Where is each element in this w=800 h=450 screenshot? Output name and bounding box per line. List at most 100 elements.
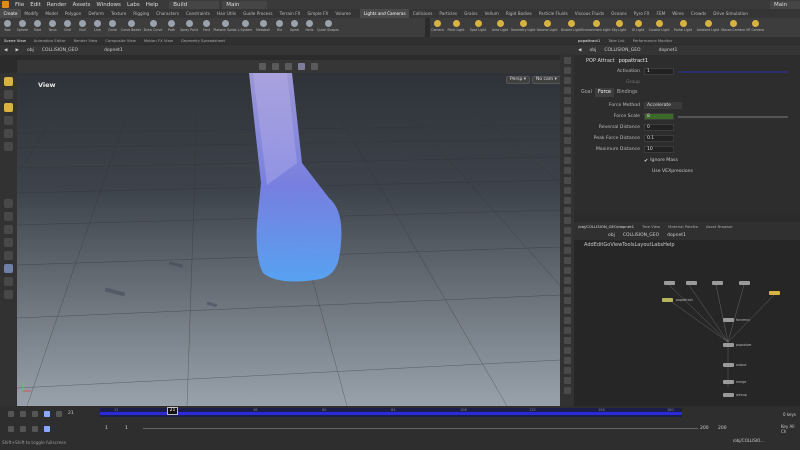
shelf-tab[interactable]: Rigid Bodies (502, 9, 535, 18)
stop-button[interactable] (32, 411, 38, 417)
tool-gi-light[interactable]: GI Light (629, 18, 647, 37)
camera-dropdown[interactable]: No cam ▾ (532, 76, 561, 84)
shelf-tab[interactable]: Texture (107, 9, 129, 18)
rotate-tool-icon[interactable] (4, 103, 13, 112)
nav-back-icon[interactable]: ◀ (574, 48, 585, 53)
display-icon[interactable] (298, 63, 305, 70)
display-opt-icon[interactable] (563, 207, 571, 214)
menu-edit[interactable]: Edit (27, 2, 44, 8)
max-field[interactable]: 10 (644, 146, 674, 153)
tool-null[interactable]: Null (75, 18, 90, 37)
tab-motion-fx-view[interactable]: Motion FX View (140, 38, 177, 43)
path-node-dopnet[interactable]: dopnet1 (655, 48, 682, 53)
tool-box[interactable]: Box (0, 18, 15, 37)
net-menu-layout[interactable]: Layout (635, 242, 652, 248)
nav-back-icon[interactable]: ◀ (0, 48, 11, 53)
step-back-button[interactable] (20, 411, 26, 417)
light-tool-icon[interactable] (4, 277, 13, 286)
display-opt-icon[interactable] (563, 147, 571, 154)
move-tool-icon[interactable] (4, 90, 13, 99)
network-pane[interactable]: obj COLLISION_GEO dopnet1 Add Edit Go Vi… (574, 230, 800, 406)
tool-font[interactable]: Font (199, 18, 214, 37)
peak-field[interactable]: 0.1 (644, 135, 674, 142)
display-opt-icon[interactable] (563, 357, 571, 364)
display-opt-icon[interactable] (563, 327, 571, 334)
desktop-main-tab[interactable]: Main (222, 0, 268, 9)
display-opt-icon[interactable] (563, 377, 571, 384)
reversal-field[interactable]: 0 (644, 124, 674, 131)
tool-spray-paint[interactable]: Spray Paint (179, 18, 199, 37)
tool-quick-shapes[interactable]: Quick Shapes (317, 18, 339, 37)
path-obj[interactable]: obj (604, 233, 619, 238)
display-opt-icon[interactable] (563, 87, 571, 94)
force-scale-slider[interactable] (678, 115, 788, 118)
shading-icon[interactable] (311, 63, 318, 70)
shelf-tab[interactable]: Vellum (481, 9, 502, 18)
tool-metaball[interactable]: Metaball (254, 18, 272, 37)
display-opt-icon[interactable] (563, 217, 571, 224)
shelf-tab[interactable]: Crowds (687, 9, 709, 18)
range-slider[interactable] (143, 428, 698, 429)
tool-camera[interactable]: Camera (430, 18, 445, 37)
tab-network-path[interactable]: /obj/COLLISION_GEO/dopnet1 (574, 224, 638, 229)
audio-icon[interactable] (4, 251, 13, 260)
shelf-tab[interactable]: Constraints (183, 9, 214, 18)
shelf-tab[interactable]: Modify (21, 9, 42, 18)
node-forcemix[interactable] (723, 318, 734, 322)
display-opt-icon[interactable] (563, 117, 571, 124)
tool-grid[interactable]: Grid (60, 18, 75, 37)
range-end[interactable]: 200 (718, 426, 727, 431)
jump-start-button[interactable] (8, 411, 14, 417)
menu-file[interactable]: File (12, 2, 27, 8)
menu-render[interactable]: Render (44, 2, 70, 8)
display-opt-icon[interactable] (563, 387, 571, 394)
tool-spiral[interactable]: Spiral (287, 18, 302, 37)
activation-slider[interactable] (678, 70, 788, 73)
desktop-build-tab[interactable]: Build (169, 0, 220, 9)
tool-portal-light[interactable]: Portal Light (671, 18, 695, 37)
tool-spot-light[interactable]: Spot Light (467, 18, 489, 37)
tool-stereo-camera[interactable]: Stereo Camera (721, 18, 745, 37)
display-opt-icon[interactable] (563, 367, 571, 374)
force-method-dropdown[interactable]: Accelerate (644, 102, 682, 109)
path-collision-geo[interactable]: COLLISION_GEO (38, 48, 82, 53)
shelf-tab[interactable]: FEM (653, 9, 669, 18)
shelf-tab[interactable]: Grains (461, 9, 482, 18)
display-opt-icon[interactable] (563, 57, 571, 64)
node-output[interactable] (723, 363, 734, 367)
display-opt-icon[interactable] (563, 297, 571, 304)
tab-popattract[interactable]: popattract1 (574, 38, 604, 43)
view-tool-icon[interactable] (4, 199, 13, 208)
tool-caustic-light[interactable]: Caustic Light (647, 18, 671, 37)
tool-lsystem[interactable]: L-System (236, 18, 254, 37)
tool-sphere[interactable]: Sphere (15, 18, 30, 37)
shelf-tab[interactable]: Viscous Fluids (571, 9, 607, 18)
tool-ambient-light[interactable]: Ambient Light (695, 18, 721, 37)
tab-tree-view[interactable]: Tree View (638, 224, 664, 229)
tool-distant-light[interactable]: Distant Light (559, 18, 583, 37)
tool-draw-curve[interactable]: Draw Curve (142, 18, 164, 37)
shelf-tab[interactable]: Drive Simulation (710, 9, 752, 18)
display-opt-icon[interactable] (563, 177, 571, 184)
tab-goal[interactable]: Goal (578, 88, 595, 97)
node-input[interactable] (739, 281, 750, 285)
display-opt-icon[interactable] (563, 107, 571, 114)
display-opt-icon[interactable] (563, 237, 571, 244)
nav-forward-icon[interactable]: ▶ (11, 48, 22, 53)
snap-icon[interactable] (272, 63, 279, 70)
select-tool-icon[interactable] (4, 77, 13, 86)
tool-line[interactable]: Line (90, 18, 105, 37)
path-obj[interactable]: obj (23, 48, 38, 53)
net-menu-add[interactable]: Add (584, 242, 594, 248)
display-opt-icon[interactable] (563, 197, 571, 204)
tool-path[interactable]: Path (164, 18, 179, 37)
tab-bindings[interactable]: Bindings (614, 88, 641, 97)
net-menu-labs[interactable]: Labs (652, 242, 664, 248)
shelf-tab[interactable]: Deform (85, 9, 108, 18)
shelf-tab[interactable]: Model (42, 9, 62, 18)
camera-tool-icon[interactable] (4, 264, 13, 273)
display-opt-icon[interactable] (563, 347, 571, 354)
display-opt-icon[interactable] (563, 67, 571, 74)
menu-windows[interactable]: Windows (93, 2, 124, 8)
menu-help[interactable]: Help (143, 2, 162, 8)
